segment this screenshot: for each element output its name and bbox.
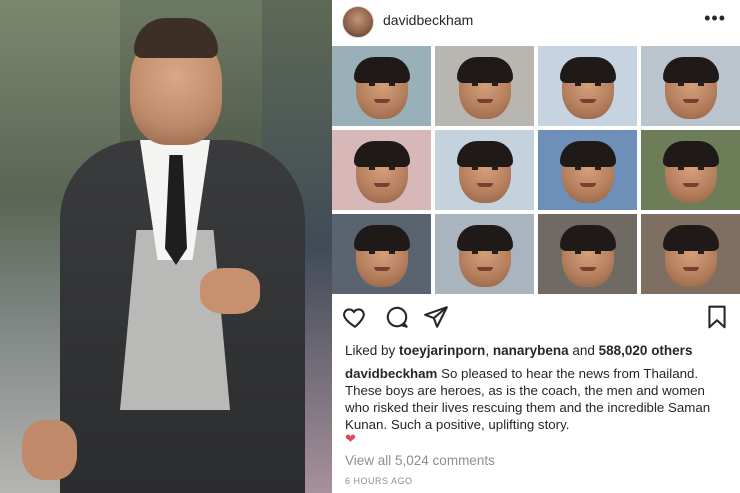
boy-mouth	[373, 266, 390, 271]
more-options-icon[interactable]: •••	[704, 8, 726, 29]
boy-mouth	[682, 182, 699, 187]
boy-hair	[559, 141, 616, 168]
action-bar	[332, 298, 740, 338]
boy-hair	[662, 225, 719, 252]
post-username[interactable]: davidbeckham	[383, 12, 473, 28]
boy-mouth	[476, 182, 493, 187]
photo-hand-sunglasses	[200, 268, 260, 314]
likes-count[interactable]: 588,020 others	[599, 343, 693, 358]
boy-hair	[456, 57, 513, 84]
collage-tile	[435, 46, 534, 126]
collage-tile	[538, 130, 637, 210]
collage-tile	[435, 214, 534, 294]
instagram-post: davidbeckham ••• Liked by toeyjarinporn,…	[332, 0, 740, 493]
boy-mouth	[476, 266, 493, 271]
boy-mouth	[579, 266, 596, 271]
heart-emoji-icon: ❤	[345, 431, 356, 446]
boy-eyes	[471, 166, 498, 170]
likes-and: and	[568, 343, 599, 358]
boy-eyes	[368, 166, 395, 170]
boy-eyes	[368, 250, 395, 254]
boy-eyes	[574, 250, 601, 254]
collage-tile	[332, 46, 431, 126]
post-header: davidbeckham •••	[332, 0, 740, 44]
boy-mouth	[373, 182, 390, 187]
boy-mouth	[579, 182, 596, 187]
post-image-collage[interactable]	[332, 46, 740, 294]
boy-mouth	[373, 98, 390, 103]
post-timestamp[interactable]: 6 HOURS AGO	[345, 476, 413, 486]
boy-eyes	[471, 250, 498, 254]
boy-hair	[559, 225, 616, 252]
boy-hair	[662, 141, 719, 168]
boy-eyes	[677, 82, 704, 86]
boy-hair	[353, 57, 410, 84]
bookmark-icon[interactable]	[704, 304, 730, 330]
collage-tile	[641, 46, 740, 126]
likes-line: Liked by toeyjarinporn, nanarybena and 5…	[345, 343, 692, 358]
boy-mouth	[579, 98, 596, 103]
photo-hair	[134, 18, 218, 58]
collage-tile	[538, 214, 637, 294]
boy-eyes	[574, 82, 601, 86]
profile-photo	[0, 0, 332, 493]
boy-hair	[353, 141, 410, 168]
boy-mouth	[682, 98, 699, 103]
boy-hair	[456, 141, 513, 168]
avatar[interactable]	[342, 6, 374, 38]
boy-hair	[353, 225, 410, 252]
comment-icon[interactable]	[384, 304, 410, 330]
boy-eyes	[677, 250, 704, 254]
view-comments-link[interactable]: View all 5,024 comments	[345, 453, 495, 468]
likes-prefix: Liked by	[345, 343, 400, 358]
boy-mouth	[682, 266, 699, 271]
caption-username[interactable]: davidbeckham	[345, 366, 437, 381]
likes-separator: ,	[485, 343, 493, 358]
share-icon[interactable]	[423, 304, 449, 330]
photo-hand-left	[22, 420, 77, 480]
liker-2[interactable]: nanarybena	[493, 343, 569, 358]
liker-1[interactable]: toeyjarinporn	[399, 343, 485, 358]
heart-icon[interactable]	[342, 304, 368, 330]
boy-hair	[559, 57, 616, 84]
boy-hair	[456, 225, 513, 252]
collage-tile	[538, 46, 637, 126]
post-caption: davidbeckham So pleased to hear the news…	[345, 365, 725, 433]
boy-mouth	[476, 98, 493, 103]
boy-hair	[662, 57, 719, 84]
boy-eyes	[471, 82, 498, 86]
collage-tile	[332, 130, 431, 210]
boy-eyes	[677, 166, 704, 170]
boy-eyes	[368, 82, 395, 86]
boy-eyes	[574, 166, 601, 170]
collage-tile	[435, 130, 534, 210]
collage-tile	[332, 214, 431, 294]
collage-tile	[641, 130, 740, 210]
collage-tile	[641, 214, 740, 294]
